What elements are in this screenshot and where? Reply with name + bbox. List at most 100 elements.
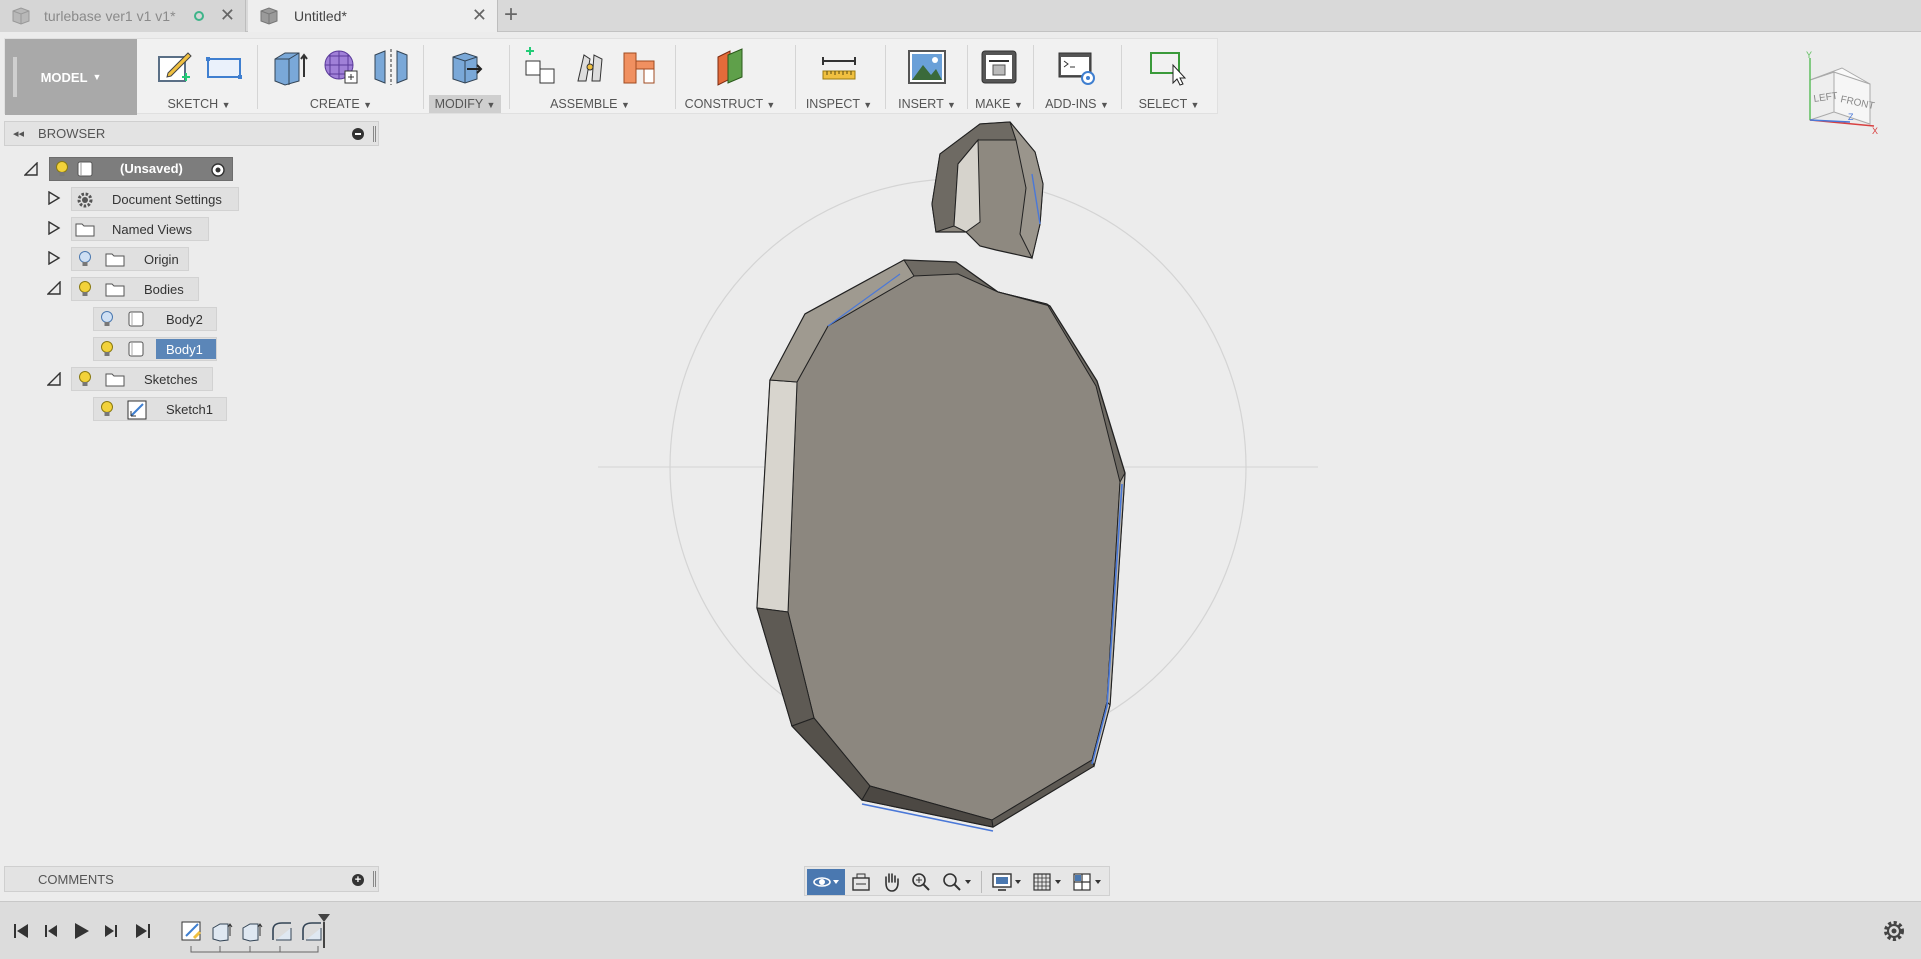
- expand-triangle-icon[interactable]: [47, 251, 61, 265]
- model-body-main[interactable]: [756, 173, 1126, 832]
- rectangle-icon[interactable]: [204, 47, 244, 87]
- create-menu-button[interactable]: CREATE ▼: [261, 95, 421, 113]
- tree-item-body2[interactable]: Body2: [93, 307, 217, 331]
- create-group: CREATE ▼: [261, 39, 421, 115]
- insert-menu-button[interactable]: INSERT ▼: [887, 95, 967, 113]
- add-ins-menu-button[interactable]: ADD-INS ▼: [1035, 95, 1119, 113]
- look-at-button[interactable]: [847, 869, 875, 895]
- modify-menu-button[interactable]: MODIFY ▼: [429, 95, 501, 113]
- body-icon: [128, 341, 144, 357]
- create-sketch-icon[interactable]: [154, 47, 194, 87]
- tree-item-origin[interactable]: Origin: [71, 247, 189, 271]
- comments-panel-header[interactable]: COMMENTS +: [4, 866, 379, 892]
- navigation-bar: [804, 866, 1110, 896]
- panel-grip-icon[interactable]: [373, 871, 376, 887]
- visibility-bulb-icon[interactable]: [100, 400, 114, 418]
- select-icon[interactable]: [1149, 47, 1189, 87]
- tree-item-label: Origin: [144, 252, 179, 267]
- minimize-icon[interactable]: [352, 128, 364, 140]
- expand-triangle-icon[interactable]: [47, 191, 61, 205]
- close-icon[interactable]: ✕: [220, 4, 235, 26]
- tree-item-bodies[interactable]: Bodies: [71, 277, 199, 301]
- 3d-viewport[interactable]: LEFT FRONT Y Z X: [380, 50, 1921, 901]
- collapse-panel-icon[interactable]: ◂◂: [13, 127, 24, 140]
- offset-plane-icon[interactable]: [710, 47, 750, 87]
- workspace-switcher-button[interactable]: MODEL ▼: [5, 39, 137, 115]
- y-axis-label: Y: [1806, 50, 1812, 60]
- inspect-menu-button[interactable]: INSPECT ▼: [797, 95, 881, 113]
- browser-panel-header[interactable]: ◂◂ BROWSER: [4, 121, 379, 146]
- viewcube[interactable]: LEFT FRONT Y Z X: [1790, 50, 1890, 150]
- 3d-print-icon[interactable]: [979, 47, 1019, 87]
- tree-item-label: Document Settings: [112, 192, 222, 207]
- insert-image-icon[interactable]: [907, 47, 947, 87]
- model-body-tab[interactable]: [931, 121, 1044, 260]
- component-icon: [77, 161, 93, 177]
- play-icon[interactable]: [70, 920, 92, 942]
- step-forward-icon[interactable]: [100, 920, 122, 942]
- tree-item-body1[interactable]: Body1: [93, 337, 217, 361]
- folder-icon: [105, 253, 125, 267]
- assemble-group: ASSEMBLE ▼: [511, 39, 669, 115]
- make-group: MAKE ▼: [967, 39, 1031, 115]
- zoom-window-button[interactable]: [937, 869, 977, 895]
- form-icon[interactable]: [321, 47, 361, 87]
- tree-root-unsaved[interactable]: (Unsaved): [49, 157, 233, 181]
- tree-item-named-views[interactable]: Named Views: [71, 217, 209, 241]
- zoom-button[interactable]: [907, 869, 935, 895]
- gear-icon[interactable]: [1881, 918, 1907, 944]
- model-canvas[interactable]: [380, 114, 1921, 901]
- assemble-menu-button[interactable]: ASSEMBLE ▼: [511, 95, 669, 113]
- visibility-bulb-icon[interactable]: [78, 370, 92, 388]
- visibility-bulb-icon[interactable]: [55, 160, 69, 178]
- timeline-group-bracket: [190, 946, 319, 953]
- collapse-triangle-icon[interactable]: [47, 281, 61, 295]
- fillet-feature-icon[interactable]: [270, 920, 294, 942]
- new-tab-plus-icon[interactable]: +: [504, 2, 518, 28]
- folder-icon: [105, 373, 125, 387]
- go-to-start-icon[interactable]: [10, 920, 32, 942]
- viewports-button[interactable]: [1069, 869, 1107, 895]
- activate-radio-icon[interactable]: [210, 162, 226, 178]
- extrude-feature-icon[interactable]: [210, 920, 234, 942]
- step-back-icon[interactable]: [40, 920, 62, 942]
- add-comment-icon[interactable]: +: [352, 874, 364, 886]
- mirror-icon[interactable]: [371, 47, 411, 87]
- orbit-button[interactable]: [807, 869, 845, 895]
- zoom-window-icon: [943, 873, 971, 891]
- tree-item-sketches[interactable]: Sketches: [71, 367, 213, 391]
- tab-turlebase[interactable]: turlebase ver1 v1 v1* ✕: [0, 0, 246, 32]
- visibility-bulb-icon[interactable]: [78, 250, 92, 268]
- visibility-bulb-icon[interactable]: [100, 340, 114, 358]
- visibility-bulb-icon[interactable]: [100, 310, 114, 328]
- new-component-icon[interactable]: [520, 47, 560, 87]
- extrude-icon[interactable]: [271, 47, 311, 87]
- timeline-marker-icon[interactable]: [316, 914, 332, 948]
- collapse-triangle-icon[interactable]: [47, 372, 61, 386]
- press-pull-icon[interactable]: [445, 47, 485, 87]
- visibility-bulb-icon[interactable]: [78, 280, 92, 298]
- measure-icon[interactable]: [819, 47, 859, 87]
- display-settings-button[interactable]: [987, 869, 1027, 895]
- tab-untitled[interactable]: Untitled* ✕: [248, 0, 498, 32]
- panel-grip-icon[interactable]: [373, 126, 376, 142]
- collapse-triangle-icon[interactable]: [24, 162, 38, 176]
- joint-icon[interactable]: [570, 47, 610, 87]
- select-menu-button[interactable]: SELECT ▼: [1123, 95, 1215, 113]
- as-built-joint-icon[interactable]: [620, 47, 660, 87]
- scripts-icon[interactable]: [1057, 47, 1097, 87]
- insert-group: INSERT ▼: [887, 39, 967, 115]
- sketch-group: SKETCH ▼: [143, 39, 255, 115]
- tree-item-document-settings[interactable]: Document Settings: [71, 187, 239, 211]
- grid-settings-button[interactable]: [1029, 869, 1067, 895]
- close-icon[interactable]: ✕: [472, 4, 487, 26]
- tree-item-sketch1[interactable]: Sketch1: [93, 397, 227, 421]
- make-menu-button[interactable]: MAKE ▼: [967, 95, 1031, 113]
- go-to-end-icon[interactable]: [132, 920, 154, 942]
- sketch-menu-button[interactable]: SKETCH ▼: [143, 95, 255, 113]
- pan-button[interactable]: [877, 869, 905, 895]
- sketch-feature-icon[interactable]: [180, 920, 204, 942]
- construct-menu-button[interactable]: CONSTRUCT ▼: [675, 95, 785, 113]
- extrude-feature-icon[interactable]: [240, 920, 264, 942]
- expand-triangle-icon[interactable]: [47, 221, 61, 235]
